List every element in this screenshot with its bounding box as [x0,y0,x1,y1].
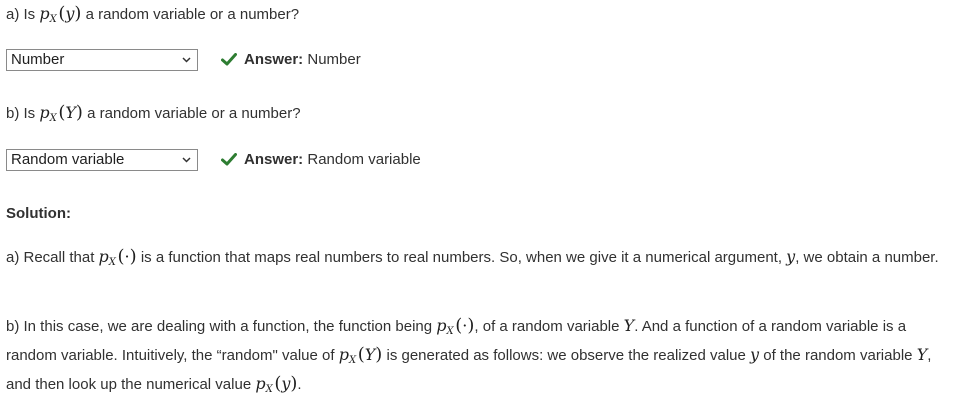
answer-b-label: Answer: [244,151,304,168]
chevron-down-icon [182,157,191,163]
check-icon [221,153,237,166]
check-icon [221,53,237,66]
question-a-suffix: a random variable or a number? [85,6,300,23]
math-p-x-of-y: pX (y) [39,3,82,26]
question-a: a) Is pX (y) a random variable or a numb… [6,4,299,30]
solution-heading: Solution: [6,205,71,222]
answer-b-value: Random variable [307,151,421,168]
question-a-prefix: a) Is [6,6,36,23]
math-p-x-of-dot: pX (·) [98,246,137,268]
math-Y: Y [916,345,928,364]
math-p-x-of-Y: pX (Y) [338,344,383,366]
solution-b-paragraph: b) In this case, we are dealing with a f… [6,315,932,395]
answer-b-dropdown[interactable]: Random variable [6,149,198,171]
math-y: y [750,345,760,364]
math-Y: Y [623,316,635,335]
math-p-x-of-y: pX (y) [255,373,298,395]
answer-b-dropdown-value: Random variable [11,151,125,168]
question-b-suffix: a random variable or a number? [87,105,301,122]
math-p-x-of-Y: pX (Y) [39,102,83,125]
math-p-x-of-dot: pX (·) [436,315,475,337]
answer-a-label: Answer: [244,51,304,68]
chevron-down-icon [182,57,191,63]
answer-a-dropdown-value: Number [11,51,65,68]
answer-a-dropdown[interactable]: Number [6,49,198,71]
answer-a-value: Number [307,51,361,68]
math-y: y [786,247,796,266]
question-b: b) Is pX (Y) a random variable or a numb… [6,103,301,129]
answer-b: Answer: Random variable [244,150,421,170]
solution-a-paragraph: a) Recall that pX (·) is a function that… [6,246,939,268]
question-b-prefix: b) Is [6,105,36,122]
answer-a: Answer: Number [244,50,361,70]
